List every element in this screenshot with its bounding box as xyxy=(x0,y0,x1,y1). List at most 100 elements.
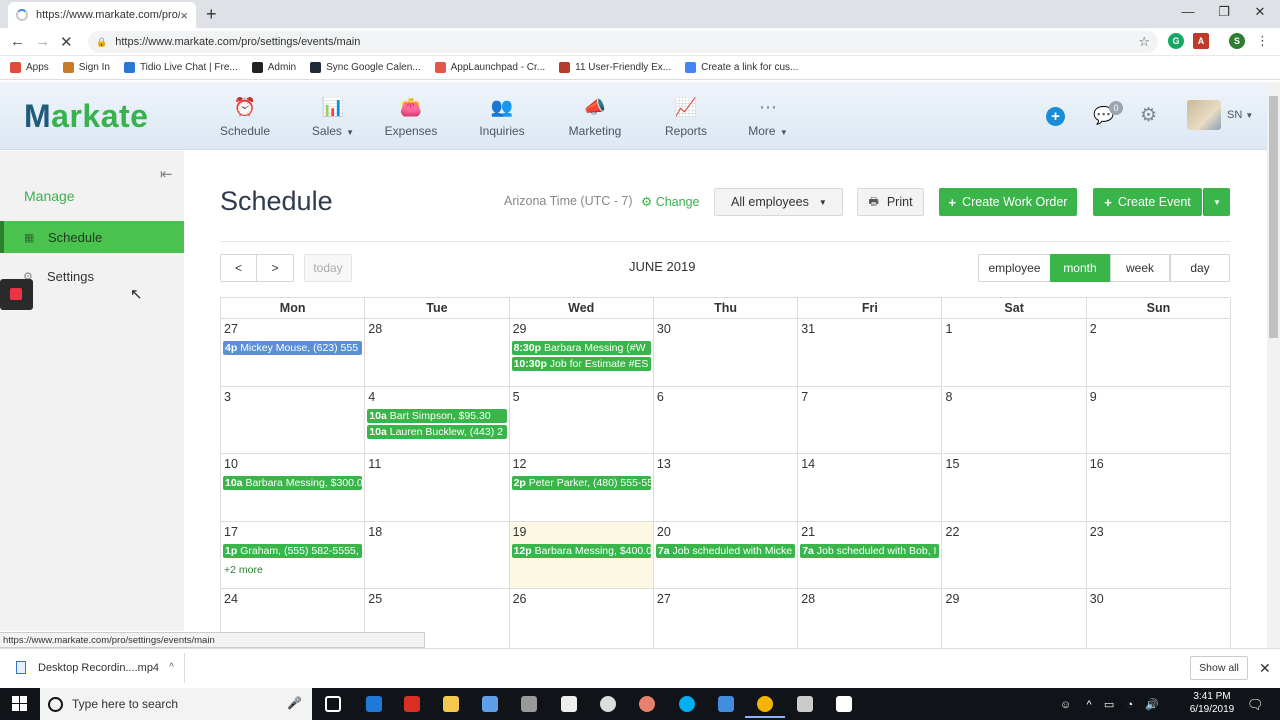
profile-icon[interactable]: S xyxy=(1229,33,1245,49)
day-number[interactable]: 13 xyxy=(657,457,671,471)
calendar-day-cell[interactable]: 21 7a Job scheduled with Bob, I xyxy=(798,521,943,590)
day-number[interactable]: 11 xyxy=(368,457,381,471)
calendar-day-cell[interactable]: 16 xyxy=(1086,454,1232,522)
day-number[interactable]: 31 xyxy=(801,322,815,336)
calendar-day-cell[interactable]: 27 xyxy=(653,589,799,657)
bookmark-item[interactable]: Admin xyxy=(251,62,296,73)
day-number[interactable]: 8 xyxy=(946,390,953,404)
bookmark-item[interactable]: 11 User-Friendly Ex... xyxy=(559,62,671,73)
calendar-day-cell[interactable]: 28 xyxy=(365,319,510,387)
calendar-day-cell[interactable]: 5 xyxy=(509,386,654,455)
calendar-day-cell-today[interactable]: 19 12p Barbara Messing, $400.0 xyxy=(509,521,654,590)
calendar-day-cell[interactable]: 11 xyxy=(365,454,510,522)
notifications-icon[interactable]: 🗨 xyxy=(1247,697,1264,713)
day-number[interactable]: 21 xyxy=(801,525,815,539)
app-icon[interactable] xyxy=(600,696,616,712)
day-number[interactable]: 28 xyxy=(368,322,382,336)
day-number[interactable]: 28 xyxy=(801,592,815,606)
day-number[interactable]: 19 xyxy=(513,525,527,539)
day-number[interactable]: 23 xyxy=(1090,525,1104,539)
calendar-event[interactable]: 10:30p Job for Estimate #ES xyxy=(511,357,651,371)
day-number[interactable]: 7 xyxy=(801,390,808,404)
calendar-event[interactable]: 7a Job scheduled with Bob, I xyxy=(800,543,940,558)
day-number[interactable]: 27 xyxy=(224,322,238,336)
nav-item-schedule[interactable]: ⏰ Schedule xyxy=(205,96,285,138)
bookmark-item[interactable]: Create a link for cus... xyxy=(685,62,798,73)
calendar-day-cell[interactable]: 13 xyxy=(653,454,799,522)
photos-icon[interactable] xyxy=(836,696,852,712)
minimize-icon[interactable]: — xyxy=(1173,4,1203,19)
settings-gear-icon[interactable]: ⚙ xyxy=(1140,104,1157,127)
view-employee-button[interactable]: employee xyxy=(978,254,1051,282)
pdf-extension-icon[interactable]: A xyxy=(1193,33,1209,49)
day-number[interactable]: 30 xyxy=(1090,592,1104,606)
calendar-event[interactable]: 4p Mickey Mouse, (623) 555 xyxy=(223,341,363,355)
day-number[interactable]: 3 xyxy=(224,390,231,404)
bookmark-item[interactable]: AppLaunchpad - Cr... xyxy=(434,62,545,73)
system-clock[interactable]: 3:41 PM 6/19/2019 xyxy=(1188,690,1236,716)
bookmark-item[interactable]: Apps xyxy=(10,62,49,73)
view-day-button[interactable]: day xyxy=(1170,254,1230,282)
new-tab-button[interactable]: + xyxy=(206,4,217,25)
calendar-day-cell[interactable]: 26 xyxy=(509,589,654,657)
calendar-day-cell[interactable]: 4 10a Bart Simpson, $95.30 10a Lauren Buck… xyxy=(365,386,510,455)
calendar-day-cell[interactable]: 9 xyxy=(1086,386,1232,455)
collapse-sidebar-icon[interactable]: ⇤ xyxy=(160,165,173,183)
system-tray[interactable]: ☺ ^ ▭ ◔ 🔊 xyxy=(1060,698,1159,711)
calendar-day-cell[interactable]: 2 xyxy=(1086,319,1232,387)
day-number[interactable]: 9 xyxy=(1090,390,1097,404)
calendar-event[interactable]: 12p Barbara Messing, $400.0 xyxy=(511,543,651,558)
day-number[interactable]: 30 xyxy=(657,322,671,336)
chrome-icon[interactable] xyxy=(745,696,785,718)
calendar-event[interactable]: 8:30p Barbara Messing (#W xyxy=(511,341,651,355)
change-timezone-link[interactable]: ⚙ Change xyxy=(641,194,700,209)
day-number[interactable]: 25 xyxy=(368,592,382,606)
sidebar-item-schedule[interactable]: ▦ Schedule xyxy=(0,221,184,253)
calendar-event[interactable]: 2p Peter Parker, (480) 555-55 xyxy=(511,476,651,491)
mail-icon[interactable] xyxy=(561,696,577,712)
view-month-button[interactable]: month xyxy=(1050,254,1110,282)
bookmark-item[interactable]: Tidio Live Chat | Fre... xyxy=(123,62,238,73)
calendar-day-cell[interactable]: 12 2p Peter Parker, (480) 555-55 xyxy=(509,454,654,522)
day-number[interactable]: 29 xyxy=(946,592,960,606)
restore-icon[interactable]: ❐ xyxy=(1209,4,1239,20)
day-number[interactable]: 18 xyxy=(368,525,382,539)
create-work-order-button[interactable]: + Create Work Order xyxy=(939,188,1077,216)
day-number[interactable]: 12 xyxy=(513,457,527,471)
day-number[interactable]: 16 xyxy=(1090,457,1104,471)
day-number[interactable]: 2 xyxy=(1090,322,1097,336)
day-number[interactable]: 14 xyxy=(801,457,815,471)
grammarly-extension-icon[interactable]: G xyxy=(1168,33,1184,49)
skype-icon[interactable] xyxy=(679,696,695,712)
calendar-day-cell[interactable]: 23 xyxy=(1086,521,1232,590)
calendar-day-cell[interactable]: 3 xyxy=(221,386,366,455)
calendar-day-cell[interactable]: 29 8:30p Barbara Messing (#W 10:30p Job fo… xyxy=(509,319,654,387)
calendar-event[interactable]: 1p Graham, (555) 582-5555, xyxy=(223,543,363,558)
windows-start-icon[interactable] xyxy=(12,696,28,712)
nav-item-sales[interactable]: 📊 Sales ▼ xyxy=(293,96,373,138)
calendar-day-cell[interactable]: 27 4p Mickey Mouse, (623) 555 xyxy=(221,319,366,387)
calendar-day-cell[interactable]: 10 10a Barbara Messing, $300.0 xyxy=(221,454,366,522)
back-icon[interactable]: ← xyxy=(10,33,25,50)
nav-item-expenses[interactable]: 👛 Expenses xyxy=(371,96,451,138)
calendar-day-cell[interactable]: 30 xyxy=(653,319,799,387)
bookmark-item[interactable]: Sync Google Calen... xyxy=(310,62,421,73)
nav-item-inquiries[interactable]: 👥 Inquiries xyxy=(462,96,542,138)
day-number[interactable]: 15 xyxy=(946,457,960,471)
day-number[interactable]: 4 xyxy=(368,390,375,404)
acrobat-icon[interactable] xyxy=(404,696,420,712)
browser-menu-icon[interactable]: ⋮ xyxy=(1256,33,1269,49)
add-icon[interactable]: + xyxy=(1046,107,1065,126)
calendar-day-cell[interactable]: 30 xyxy=(1086,589,1232,657)
calendar-day-cell[interactable]: 18 xyxy=(365,521,510,590)
microphone-icon[interactable]: 🎤 xyxy=(287,696,302,710)
calendar-day-cell[interactable]: 20 7a Job scheduled with Micke xyxy=(653,521,799,590)
more-events-link[interactable]: +2 more xyxy=(224,564,263,576)
edge-icon[interactable] xyxy=(366,696,382,712)
calendar-day-cell[interactable]: 22 xyxy=(942,521,1087,590)
app-icon[interactable] xyxy=(521,696,537,712)
day-number[interactable]: 24 xyxy=(224,592,238,606)
task-view-icon[interactable] xyxy=(325,696,341,712)
calendar-event[interactable]: 10a Bart Simpson, $95.30 xyxy=(367,408,507,423)
calendar-day-cell[interactable]: 31 xyxy=(798,319,943,387)
